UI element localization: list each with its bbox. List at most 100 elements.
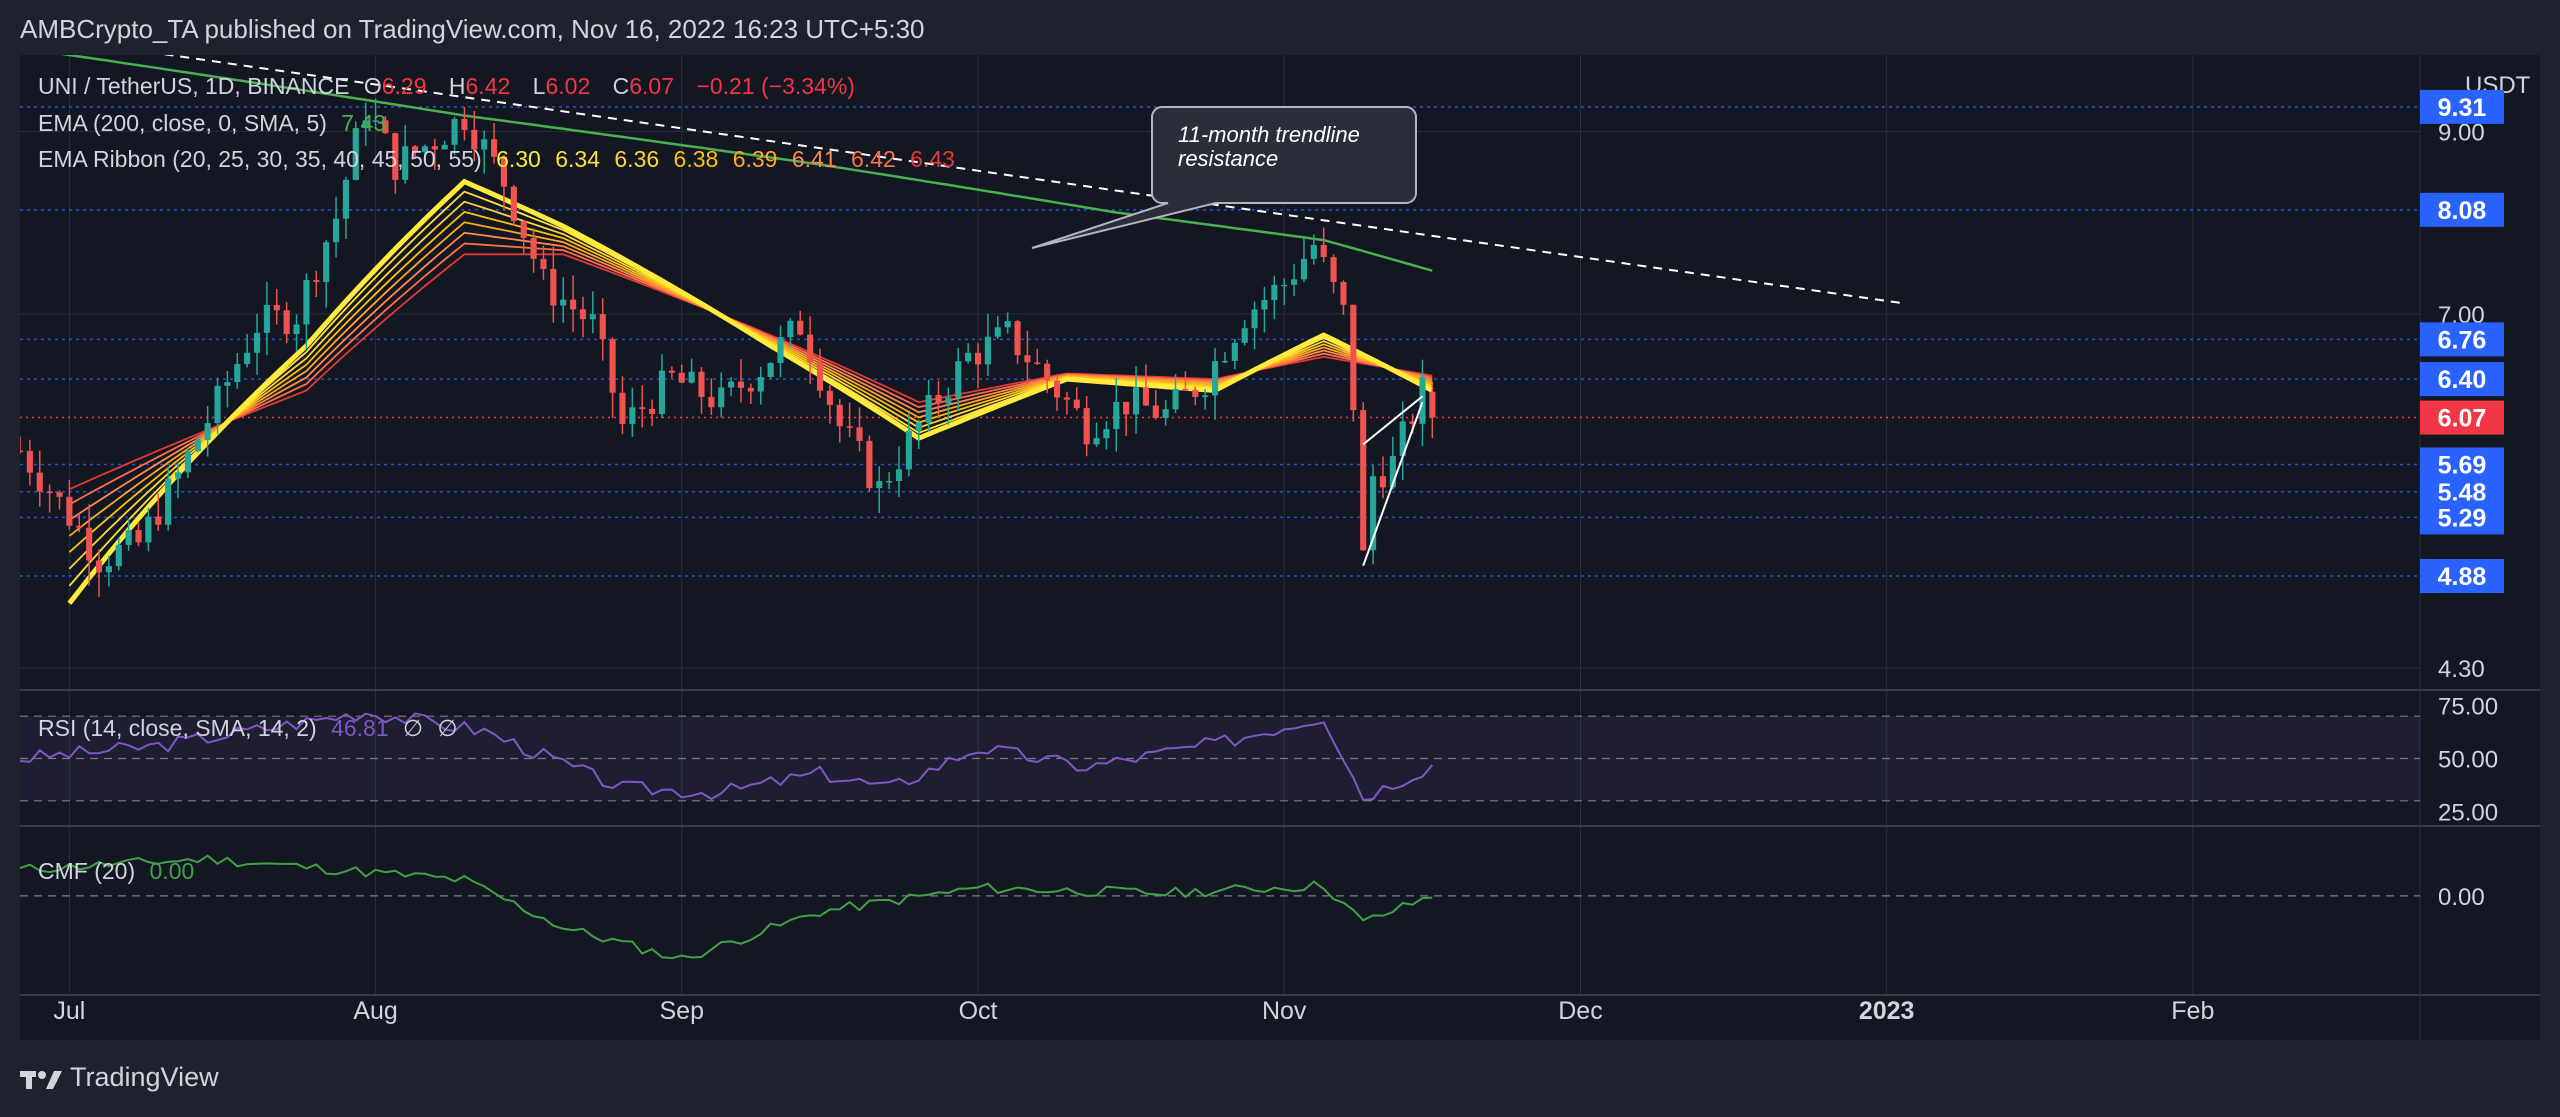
candle-body [342,179,349,219]
callout-line-1: 11-month trendline [1178,122,1360,147]
candle-body [253,332,261,353]
ribbon-value: 6.42 [851,146,896,172]
candle-body [332,218,340,243]
candle-body [26,450,33,473]
time-tick-label: Nov [1262,997,1307,1025]
candle-body [678,372,685,383]
cmf-legend: CMF (20) 0.00 [38,858,202,885]
candle-body [1073,399,1080,409]
candle-body [1340,281,1347,305]
candle-body [95,560,103,573]
chart-frame[interactable]: USDT 4.30 7.00 9.00 9.31 8.08 6.76 6.40 5.69 5.48… [20,55,2540,1040]
candle-body [1034,362,1041,364]
time-tick-label: Oct [959,997,998,1025]
candle-body [826,390,833,405]
time-tick-label: Feb [2171,997,2214,1025]
candle-body [1162,409,1169,418]
ribbon-line [69,253,1433,491]
candle-body [125,530,132,545]
level-badge-label: 9.31 [2438,94,2487,122]
candle-body [1004,321,1011,328]
price-axis: USDT4.307.009.009.318.086.766.405.695.48… [2420,72,2531,911]
candle-body [1044,363,1051,381]
candle-body [915,422,922,431]
candle-body [589,314,596,320]
candle-body [1241,328,1248,343]
ohlc-high: H6.42 [449,73,518,99]
candle-body [1132,387,1140,415]
candle-body [1360,410,1367,551]
candle-body [639,407,646,409]
rsi-tick-label: 25.00 [2438,799,2498,826]
candle-body [1093,438,1100,445]
candle-body [787,320,794,338]
chart-svg[interactable]: USDT4.307.009.009.318.086.766.405.695.48… [20,55,2540,1040]
candle-body [984,336,991,365]
symbol-title: UNI / TetherUS, 1D, BINANCE [38,73,350,99]
candle-body [510,186,517,222]
candle-body [214,385,221,424]
candle-body [323,242,330,283]
candle-body [234,364,241,383]
ribbon-value: 6.36 [614,146,660,172]
ribbon-value: 6.41 [791,146,837,172]
open-label: O [363,73,382,99]
cmf-tick-label: 0.00 [2438,884,2485,911]
open-value: 6.29 [381,73,427,99]
candle-body [974,352,982,365]
time-tick-label: Aug [353,997,397,1025]
ohlc-open: O6.29 [364,73,435,99]
ribbon-legend: EMA Ribbon (20, 25, 30, 35, 40, 45, 50, … [38,146,963,173]
candle-body [1251,309,1258,329]
rsi-extra: ∅ [403,715,424,741]
ema-legend: EMA (200, close, 0, SMA, 5) 7.43 [38,110,394,137]
candle-body [303,279,310,325]
candle-body [886,481,893,483]
rsi-extra: ∅ [437,715,458,741]
candle-body [1320,244,1327,258]
candle-body [1113,401,1120,430]
candle-body [1281,284,1288,287]
low-value: 6.02 [545,73,591,99]
candle-body [816,362,824,391]
candle-body [1231,342,1238,361]
candle-body [155,516,162,525]
candle-body [708,396,715,408]
candle-body [579,309,587,320]
high-label: H [448,73,466,99]
footer-brand[interactable]: TradingView [20,1062,219,1093]
candle-body [194,439,201,452]
candle-body [688,371,695,383]
candle-body [1063,397,1070,400]
candle-body [174,472,182,479]
candle-body [570,299,577,310]
candle-body [807,334,814,363]
time-tick-label: Jul [53,997,85,1025]
ema-title: EMA (200, close, 0, SMA, 5) [38,110,327,136]
candle-body [876,481,883,489]
candle-body [609,339,616,393]
candle-body [1379,476,1387,488]
candle-body [145,516,152,543]
callout-text: 11-month trendline resistance [1178,123,1360,171]
candle-body [895,469,903,482]
candle-body [550,268,557,306]
candle-body [1014,321,1021,356]
rsi-title: RSI (14, close, SMA, 14, 2) [38,715,317,741]
candle-body [747,387,754,392]
candle-body [1221,360,1228,363]
candle-body [1152,405,1159,418]
candle-body [1330,257,1337,282]
candle-body [36,472,43,492]
level-badge-label: 6.40 [2438,366,2487,394]
level-badge-label: 8.08 [2438,197,2487,225]
rsi-value: 46.81 [331,715,389,741]
candle-body [1300,258,1308,280]
candle-body [263,305,270,333]
candle-body [649,408,656,414]
ribbon-value: 6.43 [910,146,955,172]
candle-body [1310,244,1317,259]
candle-body [1202,395,1209,397]
time-tick-label: 2023 [1859,997,1915,1025]
rsi-tick-label: 50.00 [2438,747,2498,774]
